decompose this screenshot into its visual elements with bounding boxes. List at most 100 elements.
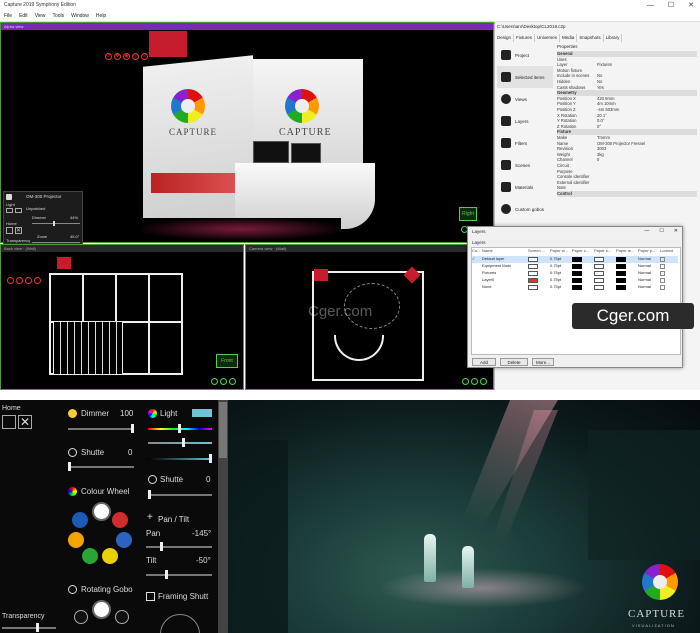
pan-icon[interactable]: ◉ <box>123 53 130 60</box>
stage-render-view[interactable]: CAPTURE VISUALIZATION <box>228 400 700 633</box>
screen-color-swatch[interactable] <box>528 284 538 290</box>
top-fit-icon[interactable] <box>480 378 487 385</box>
layer-row[interactable]: Layer0 0.75pt Normal <box>472 277 678 284</box>
layer-current-check[interactable] <box>472 270 482 277</box>
delete-layer-button[interactable]: Delete <box>500 358 528 366</box>
layer-row[interactable]: None 0.75pt Normal <box>472 284 678 291</box>
screen-color-swatch[interactable] <box>528 277 538 283</box>
view-label-right[interactable]: Right <box>459 207 477 221</box>
front-fit-icon[interactable] <box>229 378 236 385</box>
tab-library[interactable]: Library <box>604 34 623 42</box>
gobo-pattern-2[interactable] <box>115 610 129 624</box>
tilt-slider[interactable] <box>146 574 212 576</box>
col-paper-w[interactable]: Paper w... <box>550 248 572 255</box>
paper-text-swatch[interactable] <box>616 284 626 290</box>
col-paper-s[interactable]: Paper s... <box>594 248 616 255</box>
more-button[interactable]: More... <box>532 358 554 366</box>
pan-knob[interactable] <box>160 542 163 551</box>
col-current[interactable]: Cu... <box>472 248 482 255</box>
layer-row[interactable]: Equipment Main 0.75pt Normal <box>472 263 678 270</box>
menu-help[interactable]: Help <box>96 11 106 21</box>
bottom-shutter1-slider[interactable] <box>68 466 134 468</box>
brightness-knob[interactable] <box>209 454 212 463</box>
layers-close-button[interactable]: ✕ <box>674 228 678 234</box>
rotate-icon[interactable]: ⟳ <box>105 53 112 60</box>
menu-edit[interactable]: Edit <box>19 11 28 21</box>
screen-color-swatch[interactable] <box>528 263 538 269</box>
colour-red[interactable] <box>112 512 128 528</box>
front-pan-icon[interactable] <box>25 277 32 284</box>
sidenav-filters[interactable]: Filters <box>497 132 553 154</box>
layer-current-check[interactable] <box>472 284 482 291</box>
saturation-slider[interactable] <box>148 442 212 444</box>
maximize-button[interactable]: ☐ <box>668 0 674 11</box>
locked-checkbox[interactable] <box>660 270 665 276</box>
focus-icon[interactable]: ⊙ <box>141 53 148 60</box>
dimmer-slider[interactable] <box>32 223 80 224</box>
tab-universes[interactable]: Universes <box>535 34 561 42</box>
paper-text-swatch[interactable] <box>616 270 626 276</box>
add-layer-button[interactable]: Add <box>472 358 496 366</box>
paper-style-swatch[interactable] <box>594 270 604 276</box>
framing-circle[interactable] <box>160 614 200 633</box>
home-button[interactable] <box>6 227 13 234</box>
front-orbit-icon[interactable] <box>211 378 218 385</box>
bottom-dimmer-knob[interactable] <box>131 424 134 433</box>
locked-checkbox[interactable] <box>660 256 665 262</box>
paper-style-swatch[interactable] <box>594 284 604 290</box>
layer-current-check[interactable] <box>472 277 482 284</box>
alpha-viewport[interactable]: Alpha view ⟳ ✥ ◉ ◎ ⊙ CAPTURE CAPTURE Right O… <box>0 22 494 247</box>
front-zoom-icon[interactable] <box>220 378 227 385</box>
menu-window[interactable]: Window <box>71 11 89 21</box>
bottom-home-button[interactable] <box>2 415 16 429</box>
light-toggle-b[interactable] <box>15 208 22 213</box>
menu-tools[interactable]: Tools <box>52 11 64 21</box>
menu-view[interactable]: View <box>35 11 46 21</box>
colour-yellow[interactable] <box>102 548 118 564</box>
paper-style-swatch[interactable] <box>594 263 604 269</box>
gobo-pattern-1[interactable] <box>74 610 88 624</box>
zoom-slider[interactable] <box>32 242 80 243</box>
locked-checkbox[interactable] <box>660 277 665 283</box>
light-toggle-a[interactable] <box>6 208 13 213</box>
tilt-icon[interactable]: ◎ <box>132 53 139 60</box>
paper-text-swatch[interactable] <box>616 277 626 283</box>
col-screen[interactable]: Screen ... <box>528 248 550 255</box>
panel-scrollbar-thumb[interactable] <box>219 402 227 458</box>
tab-media[interactable]: Media <box>560 34 578 42</box>
tilt-knob[interactable] <box>165 570 168 579</box>
front-tilt-icon[interactable] <box>34 277 41 284</box>
pan-slider[interactable] <box>146 546 212 548</box>
paper-color-swatch[interactable] <box>572 256 582 262</box>
colour-amber[interactable] <box>68 532 84 548</box>
gobo-open[interactable] <box>92 600 111 619</box>
paper-color-swatch[interactable] <box>572 277 582 283</box>
paper-color-swatch[interactable] <box>572 270 582 276</box>
bottom-transparency-knob[interactable] <box>36 623 39 632</box>
move-icon[interactable]: ✥ <box>114 53 121 60</box>
layer-current-check[interactable]: ✓ <box>472 256 482 263</box>
col-name[interactable]: Name <box>482 248 528 255</box>
sidenav-layers[interactable]: Layers <box>497 110 553 132</box>
layer-row[interactable]: Fixtures 0.75pt Normal <box>472 270 678 277</box>
colour-blue-2[interactable] <box>116 532 132 548</box>
front-rotate-icon[interactable] <box>7 277 14 284</box>
hue-knob[interactable] <box>178 424 181 433</box>
front-viewport[interactable]: Back view · (Wall) Front <box>0 244 244 390</box>
paper-text-swatch[interactable] <box>616 263 626 269</box>
sidenav-project[interactable]: Project <box>497 44 553 66</box>
front-move-icon[interactable] <box>16 277 23 284</box>
locked-checkbox[interactable] <box>660 263 665 269</box>
tab-snapshots[interactable]: Snapshots <box>577 34 604 42</box>
bottom-shutter1-knob[interactable] <box>68 462 71 471</box>
col-locked[interactable]: Locked <box>660 248 678 255</box>
sidenav-views[interactable]: Views <box>497 88 553 110</box>
bottom-reset-icon[interactable]: ✕ <box>18 415 32 429</box>
menu-file[interactable]: File <box>4 11 12 21</box>
top-viewport[interactable]: Camera view · (Wall) Cger.com <box>245 244 494 390</box>
paper-text-swatch[interactable] <box>616 256 626 262</box>
bottom-shutter2-knob[interactable] <box>148 490 151 499</box>
col-paper-c[interactable]: Paper c... <box>572 248 594 255</box>
layer-row[interactable]: ✓ Default layer 0.75pt Normal <box>472 256 678 263</box>
screen-color-swatch[interactable] <box>528 256 538 262</box>
